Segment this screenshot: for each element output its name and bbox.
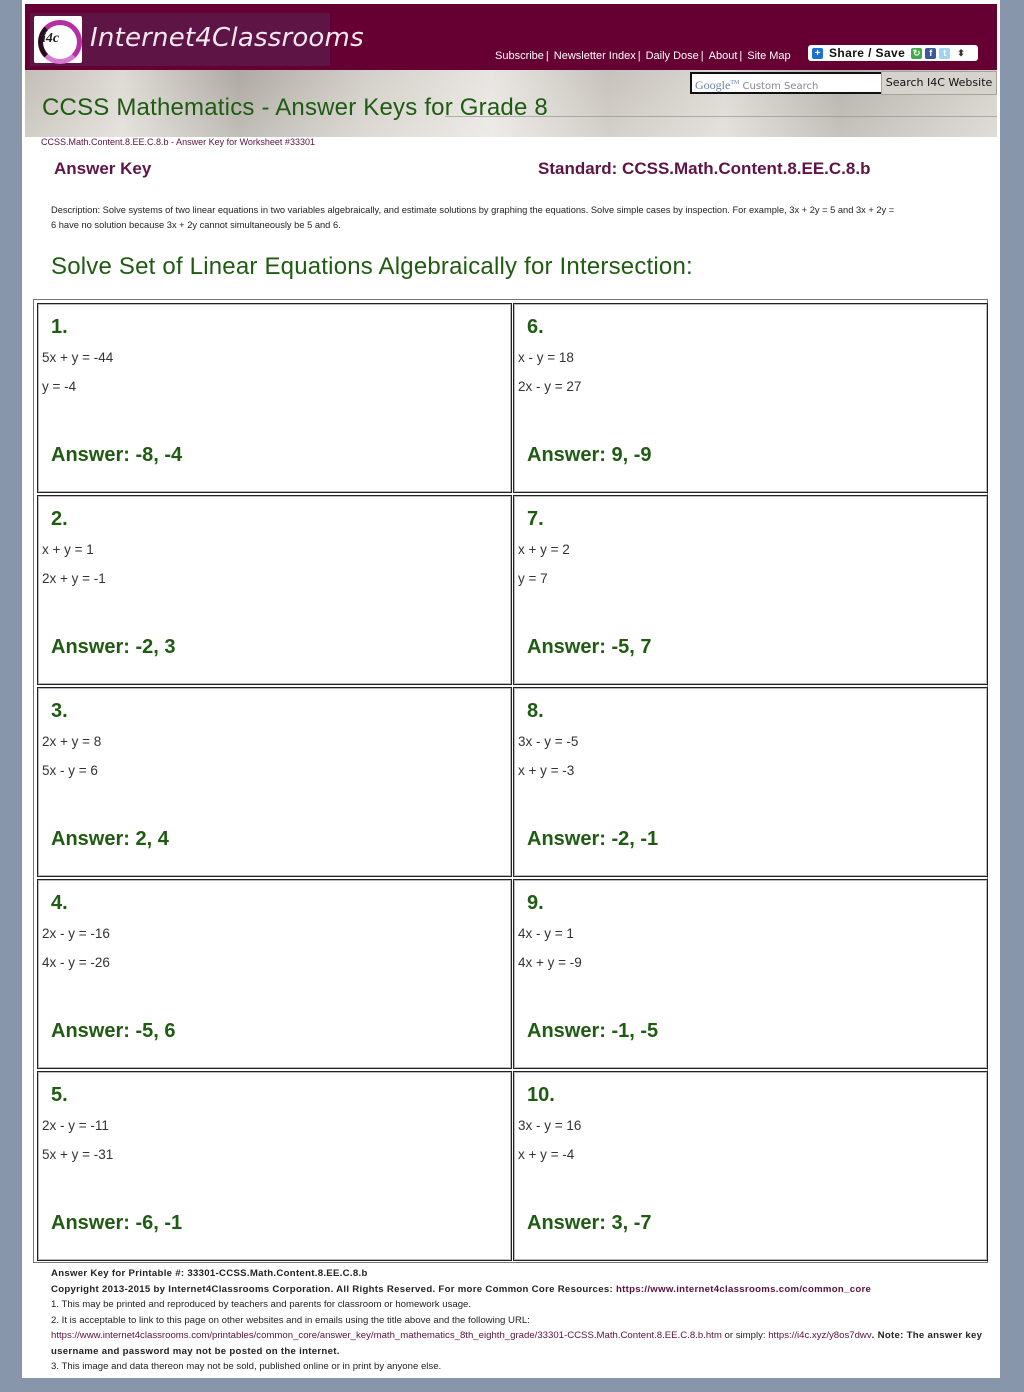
equation-2: 5x - y = 6 (42, 763, 98, 778)
problem-number: 2. (51, 508, 68, 530)
equation-2: y = -4 (42, 379, 77, 394)
equation-2: 4x + y = -9 (518, 955, 582, 970)
logo-text: Internet4Classrooms (90, 23, 364, 53)
problem-card: 9. 4x - y = 1 4x + y = -9 Answer: -1, -5 (513, 879, 988, 1069)
section-title: Solve Set of Linear Equations Algebraica… (51, 253, 693, 280)
problem-card: 7. x + y = 2 y = 7 Answer: -5, 7 (513, 495, 988, 685)
share-save-label: Share / Save (829, 46, 906, 60)
equation-1: 4x - y = 1 (518, 926, 574, 941)
common-core-link[interactable]: https://www.internet4classrooms.com/comm… (616, 1284, 871, 1295)
search-button[interactable]: Search I4C Website (881, 71, 997, 95)
equation-1: 3x - y = -5 (518, 734, 579, 749)
equation-1: 5x + y = -44 (42, 350, 114, 365)
search-input[interactable]: GoogleTM Custom Search (690, 72, 883, 94)
problem-card: 10. 3x - y = 16 x + y = -4 Answer: 3, -7 (513, 1071, 988, 1261)
nav-daily-dose[interactable]: Daily Dose (646, 50, 699, 62)
equation-1: 2x + y = 8 (42, 734, 102, 749)
answer: Answer: -1, -5 (527, 1020, 659, 1042)
problem-number: 7. (527, 508, 544, 530)
google-share-icon[interactable]: ↻ (911, 47, 923, 59)
problem-number: 1. (51, 316, 68, 338)
problem-card: 4. 2x - y = -16 4x - y = -26 Answer: -5,… (37, 879, 512, 1069)
problem-number: 10. (527, 1084, 555, 1106)
more-arrows-icon[interactable]: ⬍ (957, 48, 965, 59)
share-save-button[interactable]: + Share / Save ↻ f t ⬍ (808, 45, 978, 61)
share-plus-icon: + (812, 47, 823, 59)
answer: Answer: -2, 3 (51, 636, 176, 658)
answer: Answer: 2, 4 (51, 828, 169, 850)
answer: Answer: 9, -9 (527, 444, 652, 466)
answer: Answer: -5, 7 (527, 636, 652, 658)
top-nav: Subscribe | Newsletter Index | Daily Dose |… (495, 50, 791, 62)
usage-rule-1: 1. This may be printed and reproduced by… (51, 1299, 472, 1310)
usage-rule-3: 3. This image and data thereon may not b… (51, 1361, 442, 1372)
nav-separator: | (637, 50, 641, 62)
footer: Answer Key for Printable #: 33301-CCSS.M… (51, 1266, 1001, 1375)
equation-2: x + y = -4 (518, 1147, 575, 1162)
nav-newsletter-index[interactable]: Newsletter Index (554, 50, 636, 62)
problem-card: 1. 5x + y = -44 y = -4 Answer: -8, -4 (37, 303, 512, 493)
equation-1: x + y = 2 (518, 542, 570, 557)
copyright-line: Copyright 2013-2015 by Internet4Classroo… (51, 1283, 872, 1295)
nav-about[interactable]: About (709, 50, 738, 62)
standard-heading: Standard: CCSS.Math.Content.8.EE.C.8.b (538, 159, 871, 178)
equation-2: x + y = -3 (518, 763, 575, 778)
answer-key-heading: Answer Key (54, 159, 152, 178)
problems-grid: 1. 5x + y = -44 y = -4 Answer: -8, -4 2.… (33, 299, 988, 1263)
problem-number: 9. (527, 892, 544, 914)
equation-1: 2x - y = -16 (42, 926, 110, 941)
facebook-icon[interactable]: f (925, 47, 937, 59)
answer: Answer: -5, 6 (51, 1020, 176, 1042)
nav-separator: | (700, 50, 704, 62)
problem-number: 5. (51, 1084, 68, 1106)
equation-1: x + y = 1 (42, 542, 94, 557)
problem-number: 8. (527, 700, 544, 722)
problem-card: 8. 3x - y = -5 x + y = -3 Answer: -2, -1 (513, 687, 988, 877)
printable-id: Answer Key for Printable #: 33301-CCSS.M… (51, 1268, 368, 1279)
problem-number: 4. (51, 892, 68, 914)
twitter-icon[interactable]: t (939, 47, 951, 59)
answer: Answer: -8, -4 (51, 444, 183, 466)
equation-2: 2x - y = 27 (518, 379, 582, 394)
worksheet-short-url-link[interactable]: https://i4c.xyz/y8os7dwv (768, 1330, 871, 1341)
page: i4c Internet4Classrooms Subscribe | Newsl… (22, 0, 1000, 1378)
worksheet-long-url-link[interactable]: https://www.internet4classrooms.com/prin… (51, 1330, 722, 1341)
equation-2: 2x + y = -1 (42, 571, 106, 586)
equation-2: 4x - y = -26 (42, 955, 110, 970)
problem-number: 3. (51, 700, 68, 722)
problem-card: 2. x + y = 1 2x + y = -1 Answer: -2, 3 (37, 495, 512, 685)
problem-card: 3. 2x + y = 8 5x - y = 6 Answer: 2, 4 (37, 687, 512, 877)
breadcrumb[interactable]: CCSS.Math.Content.8.EE.C.8.b - Answer Ke… (41, 137, 315, 147)
i4c-logo-icon: i4c (34, 16, 82, 64)
nav-separator: | (545, 50, 549, 62)
equation-1: x - y = 18 (518, 350, 574, 365)
usage-rule-2: 2. It is acceptable to link to this page… (51, 1314, 530, 1326)
description: Description: Solve systems of two linear… (51, 205, 895, 230)
answer: Answer: -6, -1 (51, 1212, 183, 1234)
search-placeholder: Custom Search (742, 81, 819, 92)
nav-site-map[interactable]: Site Map (747, 50, 790, 62)
nav-subscribe[interactable]: Subscribe (495, 50, 544, 62)
problem-card: 5. 2x - y = -11 5x + y = -31 Answer: -6,… (37, 1071, 512, 1261)
problem-card: 6. x - y = 18 2x - y = 27 Answer: 9, -9 (513, 303, 988, 493)
title-banner: GoogleTM Custom Search Search I4C Websit… (25, 70, 997, 137)
equation-2: 5x + y = -31 (42, 1147, 114, 1162)
google-logo-icon: GoogleTM (695, 78, 740, 92)
equation-2: y = 7 (518, 571, 548, 586)
page-title: CCSS Mathematics - Answer Keys for Grade… (42, 94, 548, 121)
url-line: https://www.internet4classrooms.com/prin… (51, 1330, 983, 1357)
answer: Answer: -2, -1 (527, 828, 659, 850)
site-logo[interactable]: i4c Internet4Classrooms (30, 13, 364, 66)
nav-separator: | (739, 50, 743, 62)
problem-number: 6. (527, 316, 544, 338)
equation-1: 3x - y = 16 (518, 1118, 582, 1133)
answer: Answer: 3, -7 (527, 1212, 652, 1234)
equation-1: 2x - y = -11 (42, 1118, 109, 1133)
site-header: i4c Internet4Classrooms Subscribe | Newsl… (25, 4, 997, 70)
